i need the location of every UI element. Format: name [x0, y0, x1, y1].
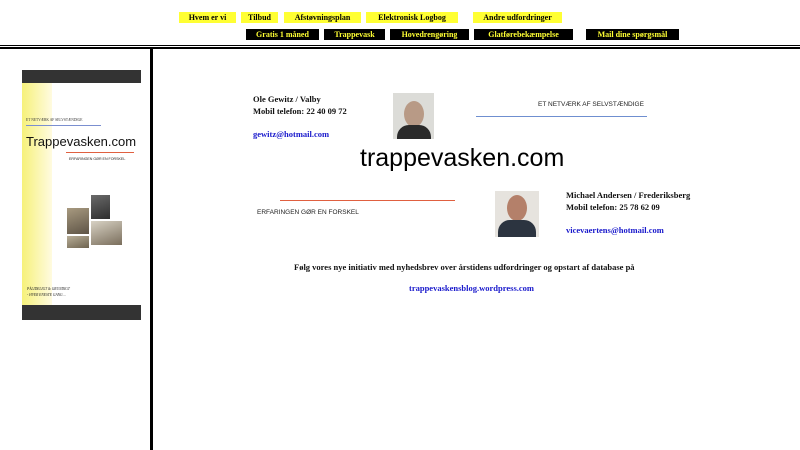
- banner-tagline: ET NETVÆRK AF SELVSTÆNDIGE: [26, 118, 83, 122]
- banner-photo-3: [91, 221, 122, 245]
- network-tagline: ET NETVÆRK AF SELVSTÆNDIGE: [538, 101, 644, 108]
- banner-rule: [26, 125, 101, 126]
- banner-photo-2: [91, 195, 110, 219]
- network-rule: [476, 116, 647, 117]
- contact2-name: Michael Andersen / Frederiksberg: [566, 190, 691, 200]
- nav-trappevask[interactable]: Trappevask: [324, 29, 385, 40]
- nav-hovedrengoring[interactable]: Hovedrengøring: [390, 29, 469, 40]
- banner-photo-4: [67, 236, 89, 248]
- nav-gratis-1-maaned[interactable]: Gratis 1 måned: [246, 29, 319, 40]
- contact2-photo: [495, 191, 539, 237]
- banner-bottom-bar: [22, 305, 141, 320]
- nav-glatforebekaempelse[interactable]: Glatførebekæmpelse: [474, 29, 573, 40]
- header-divider-bottom: [0, 47, 800, 49]
- contact1-phone: Mobil telefon: 22 40 09 72: [253, 106, 347, 116]
- banner-red-rule: [66, 152, 134, 153]
- banner-footer-1: PÅLIDELIGT & GRUNDIGT: [27, 287, 70, 291]
- banner-yellow-strip: [22, 83, 52, 305]
- banner-sub: ERFARINGEN GØR EN FORSKEL: [69, 157, 126, 161]
- nav-tilbud[interactable]: Tilbud: [241, 12, 278, 23]
- experience-tagline: ERFARINGEN GØR EN FORSKEL: [257, 209, 359, 216]
- sidebar-banner[interactable]: ET NETVÆRK AF SELVSTÆNDIGE Trappevasken.…: [22, 70, 141, 320]
- nav-afstovningsplan[interactable]: Afstøvningsplan: [284, 12, 361, 23]
- experience-rule: [280, 200, 455, 201]
- contact1-name: Ole Gewitz / Valby: [253, 94, 321, 104]
- contact1-email-link[interactable]: gewitz@hotmail.com: [253, 129, 329, 139]
- banner-top-bar: [22, 70, 141, 83]
- contact2-email-link[interactable]: vicevaertens@hotmail.com: [566, 225, 664, 235]
- nav-mail-dine-sporgsmaal[interactable]: Mail dine spørgsmål: [586, 29, 679, 40]
- blog-link[interactable]: trappevaskensblog.wordpress.com: [409, 283, 534, 293]
- contact2-phone: Mobil telefon: 25 78 62 09: [566, 202, 660, 212]
- nav-andre-udfordringer[interactable]: Andre udfordringer: [473, 12, 562, 23]
- nav-hvem-er-vi[interactable]: Hvem er vi: [179, 12, 236, 23]
- page-title: trappevasken.com: [360, 144, 565, 172]
- banner-brand: Trappevasken.com: [26, 134, 137, 149]
- header-divider-top: [0, 45, 800, 46]
- newsletter-text: Følg vores nye initiativ med nyhedsbrev …: [294, 262, 635, 272]
- sidebar-divider: [150, 49, 153, 450]
- banner-footer-2: - HVER ENESTE GANG ...: [27, 293, 67, 297]
- nav-elektronisk-logbog[interactable]: Elektronisk Logbog: [366, 12, 458, 23]
- contact1-photo: [393, 93, 434, 139]
- banner-photo-1: [67, 208, 89, 234]
